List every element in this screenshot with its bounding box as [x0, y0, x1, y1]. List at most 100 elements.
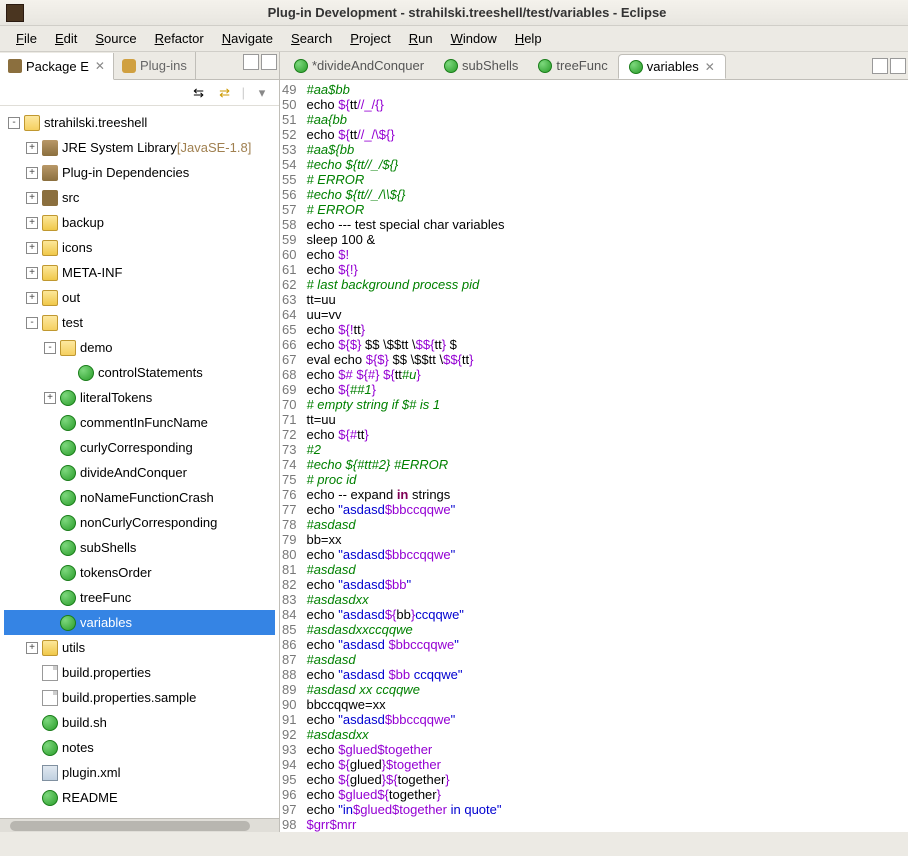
- tree-item-label: build.sh: [62, 715, 107, 730]
- shell-icon-icon: [60, 615, 76, 631]
- tree-item[interactable]: +src: [4, 185, 275, 210]
- tree-item[interactable]: +utils: [4, 635, 275, 660]
- shell-icon-icon: [60, 440, 76, 456]
- tree-item[interactable]: build.properties.sample: [4, 685, 275, 710]
- line-number-gutter: 4950515253545556575859606162636465666768…: [280, 80, 302, 832]
- tree-item[interactable]: notes: [4, 735, 275, 760]
- leaf-spacer: [44, 467, 56, 479]
- package-tree[interactable]: -strahilski.treeshell+JRE System Library…: [0, 106, 279, 818]
- leaf-spacer: [26, 792, 38, 804]
- menu-search[interactable]: Search: [283, 28, 340, 49]
- tab-package-explorer[interactable]: Package E ✕: [0, 53, 114, 80]
- menu-bar: FileEditSourceRefactorNavigateSearchProj…: [0, 26, 908, 52]
- explorer-toolbar: ⇆ ⇄ | ▾: [0, 80, 279, 106]
- tree-item-label: META-INF: [62, 265, 122, 280]
- menu-project[interactable]: Project: [342, 28, 398, 49]
- minimize-editor-button[interactable]: [872, 58, 888, 74]
- shell-file-icon: [294, 59, 308, 73]
- tree-item[interactable]: README: [4, 785, 275, 810]
- shell-file-icon: [444, 59, 458, 73]
- collapse-icon[interactable]: -: [26, 317, 38, 329]
- code-editor[interactable]: 4950515253545556575859606162636465666768…: [280, 80, 908, 832]
- selected-file[interactable]: variables: [4, 610, 275, 635]
- status-bar: [0, 832, 908, 846]
- expand-icon[interactable]: +: [26, 142, 38, 154]
- minimize-view-button[interactable]: [243, 54, 259, 70]
- editor-tab-divideandconquer[interactable]: *divideAndConquer: [284, 54, 434, 77]
- shell-file-icon: [538, 59, 552, 73]
- menu-navigate[interactable]: Navigate: [214, 28, 281, 49]
- shell-icon-icon: [60, 590, 76, 606]
- link-editor-button[interactable]: ⇄: [216, 84, 234, 102]
- menu-file[interactable]: File: [8, 28, 45, 49]
- tree-item[interactable]: build.properties: [4, 660, 275, 685]
- maximize-editor-button[interactable]: [890, 58, 906, 74]
- expand-icon[interactable]: +: [26, 167, 38, 179]
- view-tab-bar: Package E ✕ Plug-ins: [0, 52, 279, 80]
- tree-item[interactable]: subShells: [4, 535, 275, 560]
- close-icon[interactable]: ✕: [95, 59, 105, 73]
- leaf-spacer: [44, 492, 56, 504]
- horizontal-scrollbar[interactable]: [0, 818, 279, 832]
- tree-item[interactable]: tokensOrder: [4, 560, 275, 585]
- tree-item[interactable]: plugin.xml: [4, 760, 275, 785]
- lib-icon: [42, 140, 58, 156]
- shell-icon-icon: [42, 790, 58, 806]
- tree-item[interactable]: treeFunc: [4, 585, 275, 610]
- editor-tab-treefunc[interactable]: treeFunc: [528, 54, 617, 77]
- tab-plugins[interactable]: Plug-ins: [114, 52, 196, 79]
- tree-item-label: demo: [80, 340, 113, 355]
- menu-window[interactable]: Window: [443, 28, 505, 49]
- tree-item-label: nonCurlyCorresponding: [80, 515, 217, 530]
- tree-item[interactable]: +Plug-in Dependencies: [4, 160, 275, 185]
- tree-item[interactable]: curlyCorresponding: [4, 435, 275, 460]
- expand-icon[interactable]: +: [44, 392, 56, 404]
- expand-icon[interactable]: +: [26, 242, 38, 254]
- tree-item[interactable]: divideAndConquer: [4, 460, 275, 485]
- tree-item-label: controlStatements: [98, 365, 203, 380]
- code-content[interactable]: #aa$bbecho ${tt//_/{}#aa{bbecho ${tt//_/…: [302, 80, 908, 832]
- tree-item[interactable]: +icons: [4, 235, 275, 260]
- tree-item[interactable]: +backup: [4, 210, 275, 235]
- collapse-all-button[interactable]: ⇆: [190, 84, 208, 102]
- tree-item[interactable]: controlStatements: [4, 360, 275, 385]
- menu-help[interactable]: Help: [507, 28, 550, 49]
- collapse-icon[interactable]: -: [44, 342, 56, 354]
- tree-item[interactable]: noNameFunctionCrash: [4, 485, 275, 510]
- tree-item[interactable]: +out: [4, 285, 275, 310]
- menu-edit[interactable]: Edit: [47, 28, 85, 49]
- file-icon-icon: [42, 690, 58, 706]
- tree-item[interactable]: build.sh: [4, 710, 275, 735]
- expand-icon[interactable]: +: [26, 192, 38, 204]
- collapse-icon[interactable]: -: [8, 117, 20, 129]
- menu-source[interactable]: Source: [87, 28, 144, 49]
- tree-item[interactable]: +literalTokens: [4, 385, 275, 410]
- view-menu-button[interactable]: ▾: [253, 84, 271, 102]
- expand-icon[interactable]: +: [26, 642, 38, 654]
- tree-item-label: notes: [62, 740, 94, 755]
- leaf-spacer: [62, 367, 74, 379]
- expand-icon[interactable]: +: [26, 217, 38, 229]
- editor-tab-subshells[interactable]: subShells: [434, 54, 528, 77]
- tree-item[interactable]: commentInFuncName: [4, 410, 275, 435]
- menu-run[interactable]: Run: [401, 28, 441, 49]
- menu-refactor[interactable]: Refactor: [147, 28, 212, 49]
- shell-icon-icon: [60, 540, 76, 556]
- tree-item[interactable]: +JRE System Library [JavaSE-1.8]: [4, 135, 275, 160]
- tree-item[interactable]: + META-INF: [4, 260, 275, 285]
- tree-item-label: tokensOrder: [80, 565, 152, 580]
- expand-icon[interactable]: +: [26, 267, 38, 279]
- tree-item[interactable]: - demo: [4, 335, 275, 360]
- leaf-spacer: [26, 692, 38, 704]
- project-root[interactable]: -strahilski.treeshell: [4, 110, 275, 135]
- leaf-spacer: [44, 517, 56, 529]
- expand-icon[interactable]: +: [26, 292, 38, 304]
- tree-item-label: build.properties: [62, 665, 151, 680]
- maximize-view-button[interactable]: [261, 54, 277, 70]
- window-title: Plug-in Development - strahilski.treeshe…: [32, 5, 902, 20]
- leaf-spacer: [44, 567, 56, 579]
- editor-tab-variables[interactable]: variables✕: [618, 54, 726, 79]
- tree-item[interactable]: nonCurlyCorresponding: [4, 510, 275, 535]
- tree-item[interactable]: -test: [4, 310, 275, 335]
- close-icon[interactable]: ✕: [705, 60, 715, 74]
